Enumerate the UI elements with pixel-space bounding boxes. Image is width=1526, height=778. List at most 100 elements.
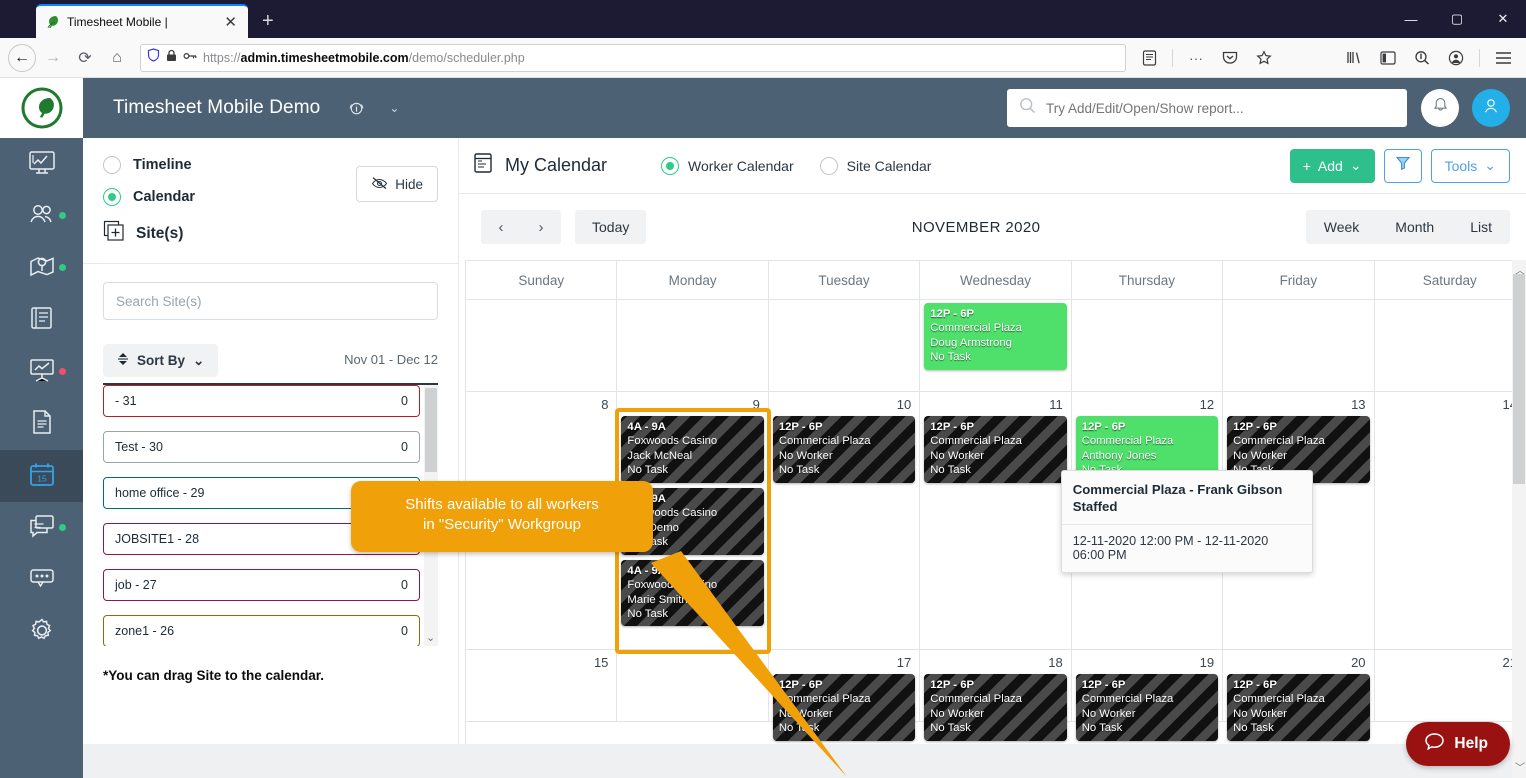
site-list-item[interactable]: - 310 — [103, 385, 420, 417]
rail-item-scheduler[interactable]: 15 — [0, 450, 83, 502]
search-sites-input[interactable]: Search Site(s) — [103, 282, 438, 320]
search-input[interactable] — [1046, 101, 1395, 116]
reader-view-icon[interactable] — [1134, 43, 1164, 73]
view-button-week[interactable]: Week — [1306, 210, 1378, 244]
radio-timeline[interactable] — [103, 156, 121, 174]
new-tab-button[interactable]: + — [262, 10, 274, 33]
scrollbar-thumb[interactable] — [425, 388, 437, 472]
home-button[interactable]: ⌂ — [102, 43, 132, 73]
reload-button[interactable]: ⟳ — [70, 43, 100, 73]
calendar-day-cell[interactable]: 2012P - 6PCommercial PlazaNo WorkerNo Ta… — [1223, 650, 1374, 721]
scrollbar-thumb[interactable] — [1513, 274, 1525, 484]
forward-button[interactable]: → — [38, 43, 68, 73]
sites-list[interactable]: - 310 Test - 300 home office - 290 JOBSITE1… — [103, 383, 438, 646]
rail-item-more[interactable] — [0, 554, 83, 606]
help-button[interactable]: Help — [1406, 722, 1510, 766]
calendar-day-cell[interactable] — [1072, 300, 1223, 391]
library-icon[interactable] — [1339, 43, 1369, 73]
tools-button[interactable]: Tools ⌄ — [1431, 149, 1510, 183]
calendar-day-cell[interactable] — [1375, 300, 1526, 391]
calendar-day-cell[interactable]: 1012P - 6PCommercial PlazaNo WorkerNo Ta… — [769, 392, 920, 649]
pocket-icon[interactable] — [1215, 43, 1245, 73]
next-month-button[interactable]: › — [521, 210, 561, 244]
calendar-day-cell[interactable] — [769, 300, 920, 391]
add-layers-icon[interactable] — [103, 220, 125, 247]
back-button[interactable]: ← — [8, 44, 36, 72]
calendar-event[interactable]: 12P - 6PCommercial PlazaNo WorkerNo Task — [924, 674, 1066, 741]
calendar-event[interactable]: 12P - 6PCommercial PlazaNo WorkerNo Task — [773, 674, 915, 741]
rail-item-reports[interactable] — [0, 346, 83, 398]
calendar-event[interactable]: 4A - 9AFoxwoods CasinoJoe DemoNo Task — [621, 488, 763, 555]
view-button-month[interactable]: Month — [1377, 210, 1452, 244]
today-button[interactable]: Today — [575, 210, 646, 244]
calendar-event[interactable]: 12P - 6PCommercial PlazaNo WorkerNo Task — [1227, 674, 1369, 741]
scroll-down-arrow-icon[interactable]: ﹀ — [1515, 759, 1525, 774]
rail-item-locations[interactable] — [0, 242, 83, 294]
calendar-day-cell[interactable]: 1112P - 6PCommercial PlazaNo WorkerNo Ta… — [920, 392, 1071, 649]
close-icon[interactable]: ✕ — [221, 15, 240, 30]
calendar-day-cell[interactable]: 1912P - 6PCommercial PlazaNo WorkerNo Ta… — [1072, 650, 1223, 721]
prev-month-button[interactable]: ‹ — [481, 210, 521, 244]
calendar-event[interactable]: 4A - 9AFoxwoods CasinoJack McNealNo Task — [621, 416, 763, 483]
calendar-day-cell[interactable]: 8 — [466, 392, 617, 649]
url-bar[interactable]: https://admin.timesheetmobile.com/demo/s… — [140, 44, 1126, 72]
calendar-day-cell[interactable]: 12P - 6PCommercial PlazaDoug ArmstrongNo… — [920, 300, 1071, 391]
calendar-day-cell[interactable] — [1223, 300, 1374, 391]
add-button[interactable]: + Add ⌄ — [1290, 149, 1375, 183]
calendar-day-cell[interactable]: 1712P - 6PCommercial PlazaNo WorkerNo Ta… — [769, 650, 920, 721]
sites-scrollbar[interactable]: ⌄ — [424, 385, 438, 646]
calendar-day-cell[interactable]: 94A - 9AFoxwoods CasinoJack McNealNo Tas… — [617, 392, 768, 649]
notifications-button[interactable] — [1421, 89, 1459, 127]
radio-worker-dot[interactable] — [661, 157, 679, 175]
calendar-day-cell[interactable]: 21 — [1375, 650, 1526, 721]
rail-item-timesheets[interactable] — [0, 294, 83, 346]
zoom-search-icon[interactable] — [1407, 43, 1437, 73]
radio-calendar[interactable] — [103, 188, 121, 206]
calendar-day-cell[interactable]: 16 — [617, 650, 768, 721]
sidebar-icon[interactable] — [1373, 43, 1403, 73]
menu-icon[interactable] — [1488, 43, 1518, 73]
calendar-event[interactable]: 12P - 6PCommercial PlazaNo WorkerNo Task — [773, 416, 915, 483]
info-icon[interactable] — [348, 100, 365, 117]
radio-worker-calendar[interactable]: Worker Calendar — [661, 157, 794, 175]
view-button-list[interactable]: List — [1452, 210, 1510, 244]
calendar-day-cell[interactable]: 15 — [466, 650, 617, 721]
calendar-event[interactable]: 12P - 6PCommercial PlazaDoug ArmstrongNo… — [924, 303, 1066, 370]
avatar[interactable] — [1472, 89, 1510, 127]
rail-item-dashboard[interactable] — [0, 138, 83, 190]
browser-tab[interactable]: Timesheet Mobile | ✕ — [36, 4, 248, 38]
site-list-item[interactable]: job - 270 — [103, 569, 420, 601]
global-search[interactable] — [1007, 89, 1407, 127]
calendar-event[interactable]: 12P - 6PCommercial PlazaNo WorkerNo Task — [1076, 674, 1218, 741]
calendar-day-cell[interactable] — [466, 300, 617, 391]
hide-button[interactable]: Hide — [356, 166, 438, 202]
tab-strip: Timesheet Mobile | ✕ + — ▢ ✕ — [0, 0, 1526, 38]
rail-item-settings[interactable] — [0, 606, 83, 658]
rail-item-documents[interactable] — [0, 398, 83, 450]
maximize-button[interactable]: ▢ — [1434, 0, 1480, 38]
calendar-day-cell[interactable] — [617, 300, 768, 391]
app-logo[interactable] — [0, 78, 83, 138]
calendar-day-cell[interactable]: 14 — [1375, 392, 1526, 649]
account-icon[interactable] — [1441, 43, 1471, 73]
calendar-event[interactable]: 12P - 6PCommercial PlazaNo WorkerNo Task — [924, 416, 1066, 483]
scroll-down-arrow-icon[interactable]: ⌄ — [426, 631, 435, 644]
calendar-scrollbar[interactable]: ︿ ﹀ — [1512, 260, 1526, 778]
minimize-button[interactable]: — — [1388, 0, 1434, 38]
site-list-item[interactable]: JOBSITE1 - 280 — [103, 523, 420, 555]
calendar-event[interactable]: 4A - 9AFoxwoods CasinoMarie SmithNo Task — [621, 560, 763, 627]
filter-button[interactable] — [1384, 149, 1422, 183]
rail-item-employees[interactable] — [0, 190, 83, 242]
page-actions-icon[interactable]: ··· — [1181, 43, 1211, 73]
close-window-button[interactable]: ✕ — [1480, 0, 1526, 38]
site-list-item[interactable]: Test - 300 — [103, 431, 420, 463]
calendar-day-cell[interactable]: 1812P - 6PCommercial PlazaNo WorkerNo Ta… — [920, 650, 1071, 721]
rail-item-messages[interactable] — [0, 502, 83, 554]
bookmark-star-icon[interactable] — [1249, 43, 1279, 73]
radio-site-dot[interactable] — [820, 157, 838, 175]
radio-site-calendar[interactable]: Site Calendar — [820, 157, 932, 175]
chevron-down-icon[interactable]: ⌄ — [389, 101, 399, 115]
sort-by-button[interactable]: Sort By ⌄ — [103, 344, 218, 377]
site-list-item[interactable]: home office - 290 — [103, 477, 420, 509]
site-list-item[interactable]: zone1 - 260 — [103, 615, 420, 646]
